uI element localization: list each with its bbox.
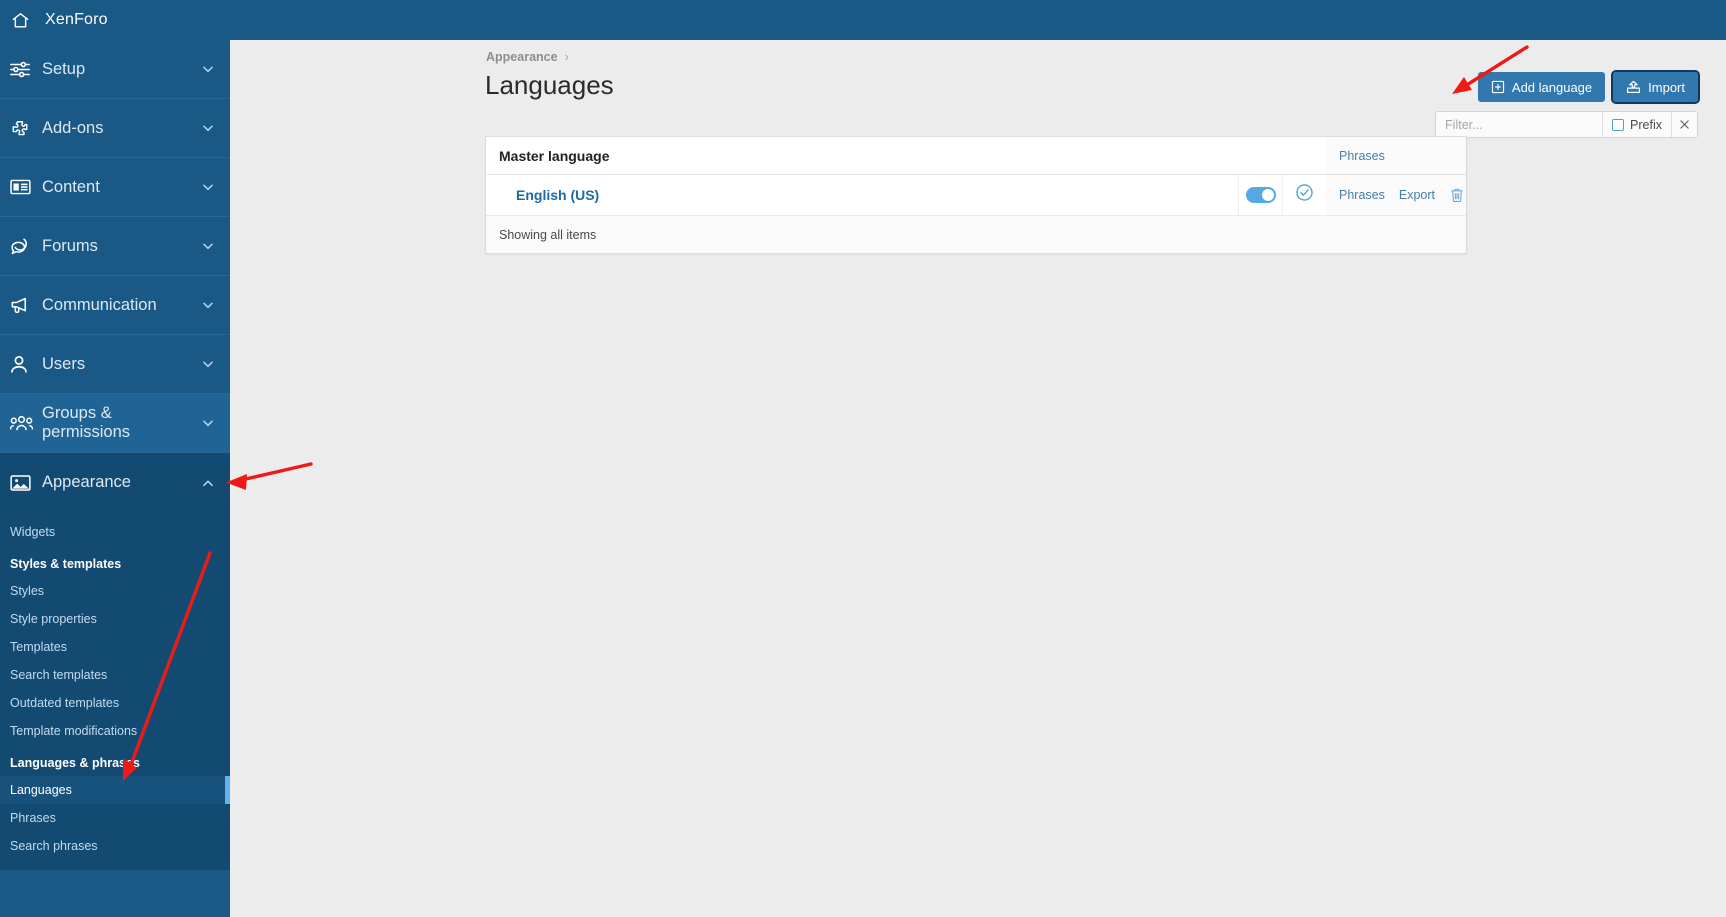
chevron-down-icon[interactable] [200,121,216,135]
sidebar-subitem-search-templates[interactable]: Search templates [0,661,230,689]
article-icon [10,176,38,198]
prefix-checkbox-group[interactable]: Prefix [1602,112,1671,137]
column-header-spacer [1238,137,1326,174]
home-icon[interactable] [0,0,40,40]
language-enabled-toggle-cell [1238,175,1282,215]
breadcrumb-separator: › [564,49,569,64]
chevron-down-icon[interactable] [200,180,216,194]
sidebar-item-forums[interactable]: Forums [0,217,230,276]
toggle-on-icon[interactable] [1245,187,1276,203]
megaphone-icon [10,294,38,316]
sidebar-item-setup[interactable]: Setup [0,40,230,99]
export-link[interactable]: Export [1399,188,1435,202]
column-header-phrases: Phrases [1326,137,1466,174]
sidebar-item-label: Users [42,354,86,373]
sidebar-item-appearance[interactable]: Appearance [0,453,230,512]
import-label: Import [1648,79,1685,95]
sidebar-item-label: Forums [42,236,98,255]
phrases-link[interactable]: Phrases [1339,188,1385,202]
sidebar-subitem-styles[interactable]: Styles [0,577,230,605]
filter-bar: Prefix [1435,111,1698,138]
image-icon [10,472,38,494]
sliders-icon [10,58,38,80]
sidebar-item-groups-permissions[interactable]: Groups & permissions [0,394,230,453]
table-footer: Showing all items [486,216,1466,253]
app-title: XenForo [45,11,108,28]
clear-filter-button[interactable] [1671,112,1697,137]
prefix-checkbox[interactable] [1612,118,1625,131]
add-language-label: Add language [1511,79,1593,95]
sidebar-item-label: Add-ons [42,118,104,137]
sidebar-item-content[interactable]: Content [0,158,230,217]
chevron-down-icon[interactable] [200,239,216,253]
import-icon [1626,80,1641,94]
users-group-icon [10,412,38,434]
user-icon [10,353,38,375]
page-title: Languages [485,70,614,100]
sidebar-item-communication[interactable]: Communication [0,276,230,335]
sidebar-subitem-widgets[interactable]: Widgets [0,518,230,546]
sidebar-subitem-template-modifications[interactable]: Template modifications [0,717,230,745]
sidebar-item-label: Communication [42,295,157,314]
breadcrumb-parent[interactable]: Appearance [486,50,558,64]
table-header-row: Master language Phrases [486,137,1466,175]
prefix-label: Prefix [1630,117,1662,132]
top-bar: XenForo [0,0,1726,40]
subnav-heading-languages-phrases: Languages & phrases [10,756,140,770]
sidebar-item-add-ons[interactable]: Add-ons [0,99,230,158]
filter-input[interactable] [1436,112,1603,137]
main-content: Appearance › Languages Add language Impo… [230,40,1726,917]
chevron-down-icon[interactable] [200,416,216,430]
sidebar-item-label: Appearance [42,473,131,491]
import-button[interactable]: Import [1611,70,1700,104]
appearance-submenu: Widgets Styles & templates Styles Style … [0,512,230,870]
chevron-down-icon[interactable] [200,298,216,312]
puzzle-icon [10,117,38,139]
sidebar-subitem-style-properties[interactable]: Style properties [0,605,230,633]
sidebar-subitem-search-phrases[interactable]: Search phrases [0,832,230,860]
sidebar-subitem-templates[interactable]: Templates [0,633,230,661]
languages-block: Master language Phrases English (US) Phr… [485,136,1467,254]
sidebar-subitem-phrases[interactable]: Phrases [0,804,230,832]
add-language-button[interactable]: Add language [1477,72,1606,102]
table-row[interactable]: English (US) Phrases Export [486,175,1466,216]
chevron-up-icon[interactable] [200,476,216,490]
chevron-down-icon[interactable] [200,357,216,371]
page-actions: Add language Import [1477,70,1700,104]
sidebar-item-label: Setup [42,59,86,78]
sidebar-item-label: Content [42,177,100,196]
sidebar: Setup Add-ons Content Forums Communicati… [0,40,230,917]
default-language-cell [1282,175,1326,215]
trash-icon[interactable] [1449,187,1465,204]
sidebar-subitem-languages[interactable]: Languages [0,776,230,804]
check-circle-icon[interactable] [1295,183,1314,207]
breadcrumb: Appearance › [486,49,569,64]
plus-square-icon [1491,80,1505,94]
sidebar-item-label: Groups & permissions [42,404,131,441]
chevron-down-icon[interactable] [200,62,216,76]
sidebar-item-users[interactable]: Users [0,335,230,394]
sidebar-subitem-outdated-templates[interactable]: Outdated templates [0,689,230,717]
comments-icon [10,235,38,257]
column-header-master-language: Master language [499,147,610,164]
language-name-link[interactable]: English (US) [486,175,1238,215]
xenforo-admin-page: XenForo Setup Add-ons Content Forums Com… [0,0,1726,917]
subnav-heading-styles-templates: Styles & templates [10,557,122,571]
row-actions: Phrases Export [1326,175,1466,215]
